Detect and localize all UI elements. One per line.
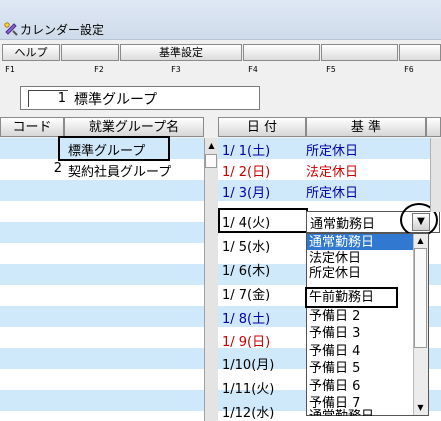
basis-dropdown-value: 通常勤務日 xyxy=(310,217,376,232)
dropdown-option[interactable]: 法定休日 xyxy=(309,251,413,266)
table-row[interactable] xyxy=(0,369,204,390)
dropdown-option[interactable]: 予備日 4 xyxy=(309,344,413,359)
f6-key-label: F6 xyxy=(404,65,414,74)
dropdown-option-partial: 通常勤務日 xyxy=(309,409,413,416)
date-cell: 1/ 7(金) xyxy=(222,288,271,303)
f4-button[interactable] xyxy=(243,44,320,61)
basis-cell[interactable]: 法定休日 xyxy=(306,161,424,180)
table-row[interactable] xyxy=(0,306,204,327)
table-row[interactable] xyxy=(0,411,204,421)
selected-option-highlight-frame xyxy=(305,287,398,308)
scroll-down-arrow-icon[interactable]: ▼ xyxy=(414,402,427,414)
left-scrollbar-thumb[interactable] xyxy=(205,154,217,168)
date-cell: 1/12(水) xyxy=(222,406,275,421)
basis-cell[interactable]: 所定休日 xyxy=(306,182,424,201)
group-number-field[interactable]: 1 xyxy=(28,90,68,107)
dropdown-option[interactable]: 通常勤務日 xyxy=(309,235,413,250)
left-table-scrollbar[interactable] xyxy=(204,138,218,421)
group-name-column-header[interactable]: 就業グループ名 xyxy=(64,117,204,137)
date-cell: 1/10(月) xyxy=(222,358,275,373)
f5-button[interactable] xyxy=(321,44,398,61)
dropdown-option[interactable]: 予備日 3 xyxy=(309,326,413,341)
f2-key-label: F2 xyxy=(94,65,104,74)
basis-cell[interactable]: 所定休日 xyxy=(306,140,424,159)
date-cell: 1/ 2(日) xyxy=(222,165,271,180)
table-row[interactable] xyxy=(0,243,204,264)
group-name-display: 標準グループ xyxy=(74,92,158,108)
date-cell: 1/ 3(月) xyxy=(222,186,271,201)
table-row[interactable] xyxy=(0,327,204,348)
table-row[interactable] xyxy=(0,285,204,306)
f3-key-label: F3 xyxy=(171,65,181,74)
scroll-up-arrow-icon[interactable]: ▲ xyxy=(414,235,427,247)
selected-date-highlight-frame xyxy=(218,208,308,233)
right-edge-column xyxy=(430,138,441,212)
table-row[interactable] xyxy=(0,180,204,201)
selected-group-highlight-frame xyxy=(58,136,170,161)
table-row[interactable] xyxy=(0,348,204,369)
code-column-header[interactable]: コード xyxy=(0,117,64,137)
date-cell: 1/ 6(木) xyxy=(222,264,271,279)
dropdown-option[interactable]: 予備日 2 xyxy=(309,309,413,324)
date-cell: 1/ 5(水) xyxy=(222,240,271,255)
basis-settings-button[interactable]: 基準設定 xyxy=(120,44,242,61)
date-cell: 1/ 9(日) xyxy=(222,335,271,350)
dropdown-option[interactable]: 所定休日 xyxy=(309,266,413,281)
date-column-header[interactable]: 日 付 xyxy=(218,117,306,137)
f4-key-label: F4 xyxy=(248,65,258,74)
f1-key-label: F1 xyxy=(5,65,15,74)
scroll-up-arrow-icon[interactable]: ▲ xyxy=(205,139,218,152)
table-row[interactable] xyxy=(0,390,204,411)
dropdown-scrollbar-thumb[interactable] xyxy=(414,248,427,348)
calendar-settings-icon xyxy=(4,22,18,36)
window-title: カレンダー設定 xyxy=(20,23,105,37)
table-row[interactable] xyxy=(0,201,204,222)
table-row[interactable] xyxy=(0,264,204,285)
dropdown-option[interactable]: 予備日 6 xyxy=(309,379,413,394)
help-button[interactable]: ヘルプ xyxy=(2,44,60,61)
dropdown-option[interactable]: 予備日 5 xyxy=(309,361,413,376)
date-cell: 1/ 8(土) xyxy=(222,312,271,327)
f5-key-label: F5 xyxy=(326,65,336,74)
f2-button[interactable] xyxy=(61,44,119,61)
calendar-settings-window: カレンダー設定 ヘルプ 基準設定 F1 F2 F3 F4 F5 F6 1 標準グ… xyxy=(0,0,441,421)
extra-column-header xyxy=(426,117,441,137)
group-code-cell: 2 xyxy=(53,161,62,176)
basis-column-header[interactable]: 基 準 xyxy=(306,117,426,137)
date-cell: 1/ 1(土) xyxy=(222,144,271,159)
group-name-cell[interactable]: 契約社員グループ xyxy=(68,161,204,180)
date-cell: 1/11(火) xyxy=(222,382,275,397)
f6-button[interactable] xyxy=(399,44,441,61)
table-row[interactable] xyxy=(0,222,204,243)
